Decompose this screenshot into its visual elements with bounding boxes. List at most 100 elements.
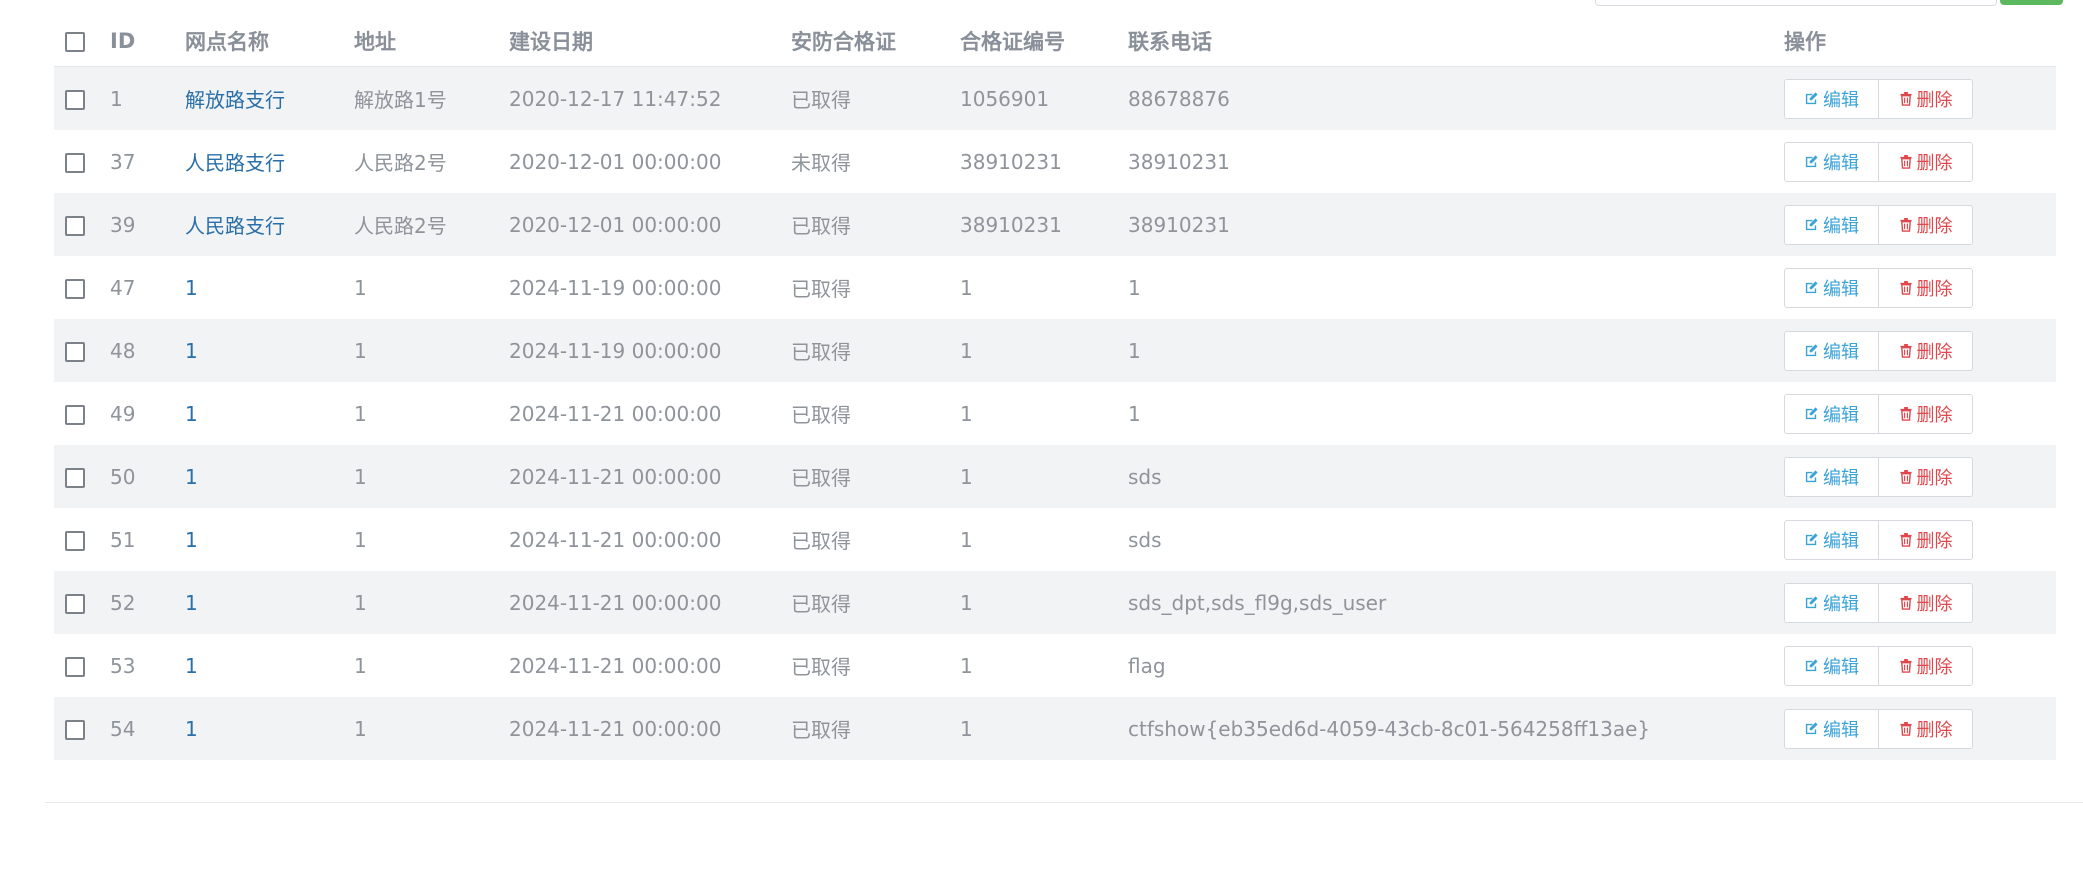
cell-address: 1 <box>354 382 509 445</box>
row-select-cell <box>54 319 110 382</box>
row-checkbox[interactable] <box>65 90 85 110</box>
row-checkbox[interactable] <box>65 153 85 173</box>
cell-phone: ctfshow{eb35ed6d-4059-43cb-8c01-564258ff… <box>1128 697 1784 760</box>
edit-button[interactable]: 编辑 <box>1784 519 1879 560</box>
search-button[interactable] <box>2000 0 2063 5</box>
header-security-cert[interactable]: 安防合格证 <box>791 16 960 67</box>
action-buttons: 编辑 删除 <box>1784 267 1973 308</box>
cell-address: 1 <box>354 571 509 634</box>
edit-icon <box>1804 721 1823 736</box>
edit-button[interactable]: 编辑 <box>1784 708 1879 749</box>
delete-label: 删除 <box>1916 593 1953 615</box>
trash-icon <box>1899 280 1917 295</box>
edit-button[interactable]: 编辑 <box>1784 330 1879 371</box>
header-address[interactable]: 地址 <box>354 16 509 67</box>
delete-button[interactable]: 删除 <box>1879 582 1973 623</box>
delete-button[interactable]: 删除 <box>1879 645 1973 686</box>
select-all-checkbox[interactable] <box>65 32 85 52</box>
branch-name-link[interactable]: 1 <box>185 591 198 615</box>
data-table-container: ID 网点名称 地址 建设日期 安防合格证 合格证编号 联系电话 操作 1 解放路… <box>54 16 2056 760</box>
edit-button[interactable]: 编辑 <box>1784 456 1879 497</box>
row-checkbox[interactable] <box>65 279 85 299</box>
trash-icon <box>1899 658 1917 673</box>
row-checkbox[interactable] <box>65 594 85 614</box>
cell-cert-no: 1 <box>960 382 1128 445</box>
table-row: 1 解放路支行 解放路1号 2020-12-17 11:47:52 已取得 1056901… <box>54 66 2056 130</box>
delete-button[interactable]: 删除 <box>1879 267 1973 308</box>
trash-icon <box>1899 91 1917 106</box>
edit-button[interactable]: 编辑 <box>1784 393 1879 434</box>
delete-button[interactable]: 删除 <box>1879 204 1973 245</box>
edit-label: 编辑 <box>1823 719 1859 741</box>
cell-build-date: 2024-11-19 00:00:00 <box>509 256 791 319</box>
delete-button[interactable]: 删除 <box>1879 330 1973 371</box>
delete-label: 删除 <box>1916 341 1953 363</box>
cell-phone: 38910231 <box>1128 193 1784 256</box>
cell-phone: 1 <box>1128 256 1784 319</box>
header-name[interactable]: 网点名称 <box>185 16 354 67</box>
trash-icon <box>1899 469 1917 484</box>
table-header: ID 网点名称 地址 建设日期 安防合格证 合格证编号 联系电话 操作 <box>54 16 2056 67</box>
row-checkbox[interactable] <box>65 216 85 236</box>
header-build-date[interactable]: 建设日期 <box>509 16 791 67</box>
edit-button[interactable]: 编辑 <box>1784 141 1879 182</box>
edit-button[interactable]: 编辑 <box>1784 204 1879 245</box>
search-input[interactable] <box>1595 0 1997 6</box>
branch-name-link[interactable]: 1 <box>185 276 198 300</box>
header-phone[interactable]: 联系电话 <box>1128 16 1784 67</box>
edit-button[interactable]: 编辑 <box>1784 267 1879 308</box>
row-checkbox[interactable] <box>65 657 85 677</box>
header-row: ID 网点名称 地址 建设日期 安防合格证 合格证编号 联系电话 操作 <box>54 16 2056 67</box>
table-row: 51 1 1 2024-11-21 00:00:00 已取得 1 sds 编辑 删除 <box>54 508 2056 571</box>
edit-label: 编辑 <box>1823 404 1859 426</box>
edit-label: 编辑 <box>1823 467 1859 489</box>
cell-id: 47 <box>110 256 185 319</box>
row-select-cell <box>54 634 110 697</box>
trash-icon <box>1899 217 1917 232</box>
edit-button[interactable]: 编辑 <box>1784 78 1879 119</box>
cell-actions: 编辑 删除 <box>1784 256 2056 319</box>
branch-name-link[interactable]: 1 <box>185 402 198 426</box>
branch-name-link[interactable]: 人民路支行 <box>185 151 285 175</box>
divider <box>45 802 2083 803</box>
cell-build-date: 2020-12-17 11:47:52 <box>509 66 791 130</box>
row-checkbox[interactable] <box>65 531 85 551</box>
action-buttons: 编辑 删除 <box>1784 141 1973 182</box>
branch-name-link[interactable]: 解放路支行 <box>185 88 285 112</box>
header-cert-no[interactable]: 合格证编号 <box>960 16 1128 67</box>
branch-name-link[interactable]: 1 <box>185 717 198 741</box>
cell-name: 1 <box>185 445 354 508</box>
cell-cert-no: 1056901 <box>960 66 1128 130</box>
branch-name-link[interactable]: 1 <box>185 339 198 363</box>
table-row: 54 1 1 2024-11-21 00:00:00 已取得 1 ctfshow{eb35e… <box>54 697 2056 760</box>
header-id[interactable]: ID <box>110 16 185 67</box>
edit-button[interactable]: 编辑 <box>1784 582 1879 623</box>
delete-button[interactable]: 删除 <box>1879 78 1973 119</box>
cell-id: 48 <box>110 319 185 382</box>
branch-name-link[interactable]: 1 <box>185 654 198 678</box>
row-checkbox[interactable] <box>65 405 85 425</box>
branch-name-link[interactable]: 1 <box>185 465 198 489</box>
cell-phone: sds <box>1128 508 1784 571</box>
cell-actions: 编辑 删除 <box>1784 445 2056 508</box>
branch-name-link[interactable]: 人民路支行 <box>185 214 285 238</box>
delete-button[interactable]: 删除 <box>1879 393 1973 434</box>
delete-button[interactable]: 删除 <box>1879 456 1973 497</box>
delete-label: 删除 <box>1916 278 1953 300</box>
row-select-cell <box>54 697 110 760</box>
cell-id: 39 <box>110 193 185 256</box>
branch-name-link[interactable]: 1 <box>185 528 198 552</box>
row-select-cell <box>54 571 110 634</box>
delete-button[interactable]: 删除 <box>1879 519 1973 560</box>
delete-button[interactable]: 删除 <box>1879 708 1973 749</box>
trash-icon <box>1899 343 1917 358</box>
row-checkbox[interactable] <box>65 720 85 740</box>
row-checkbox[interactable] <box>65 468 85 488</box>
cell-phone: 1 <box>1128 319 1784 382</box>
edit-label: 编辑 <box>1823 215 1859 237</box>
delete-button[interactable]: 删除 <box>1879 141 1973 182</box>
cell-address: 1 <box>354 445 509 508</box>
table-row: 53 1 1 2024-11-21 00:00:00 已取得 1 flag 编辑 删除 <box>54 634 2056 697</box>
row-checkbox[interactable] <box>65 342 85 362</box>
edit-button[interactable]: 编辑 <box>1784 645 1879 686</box>
